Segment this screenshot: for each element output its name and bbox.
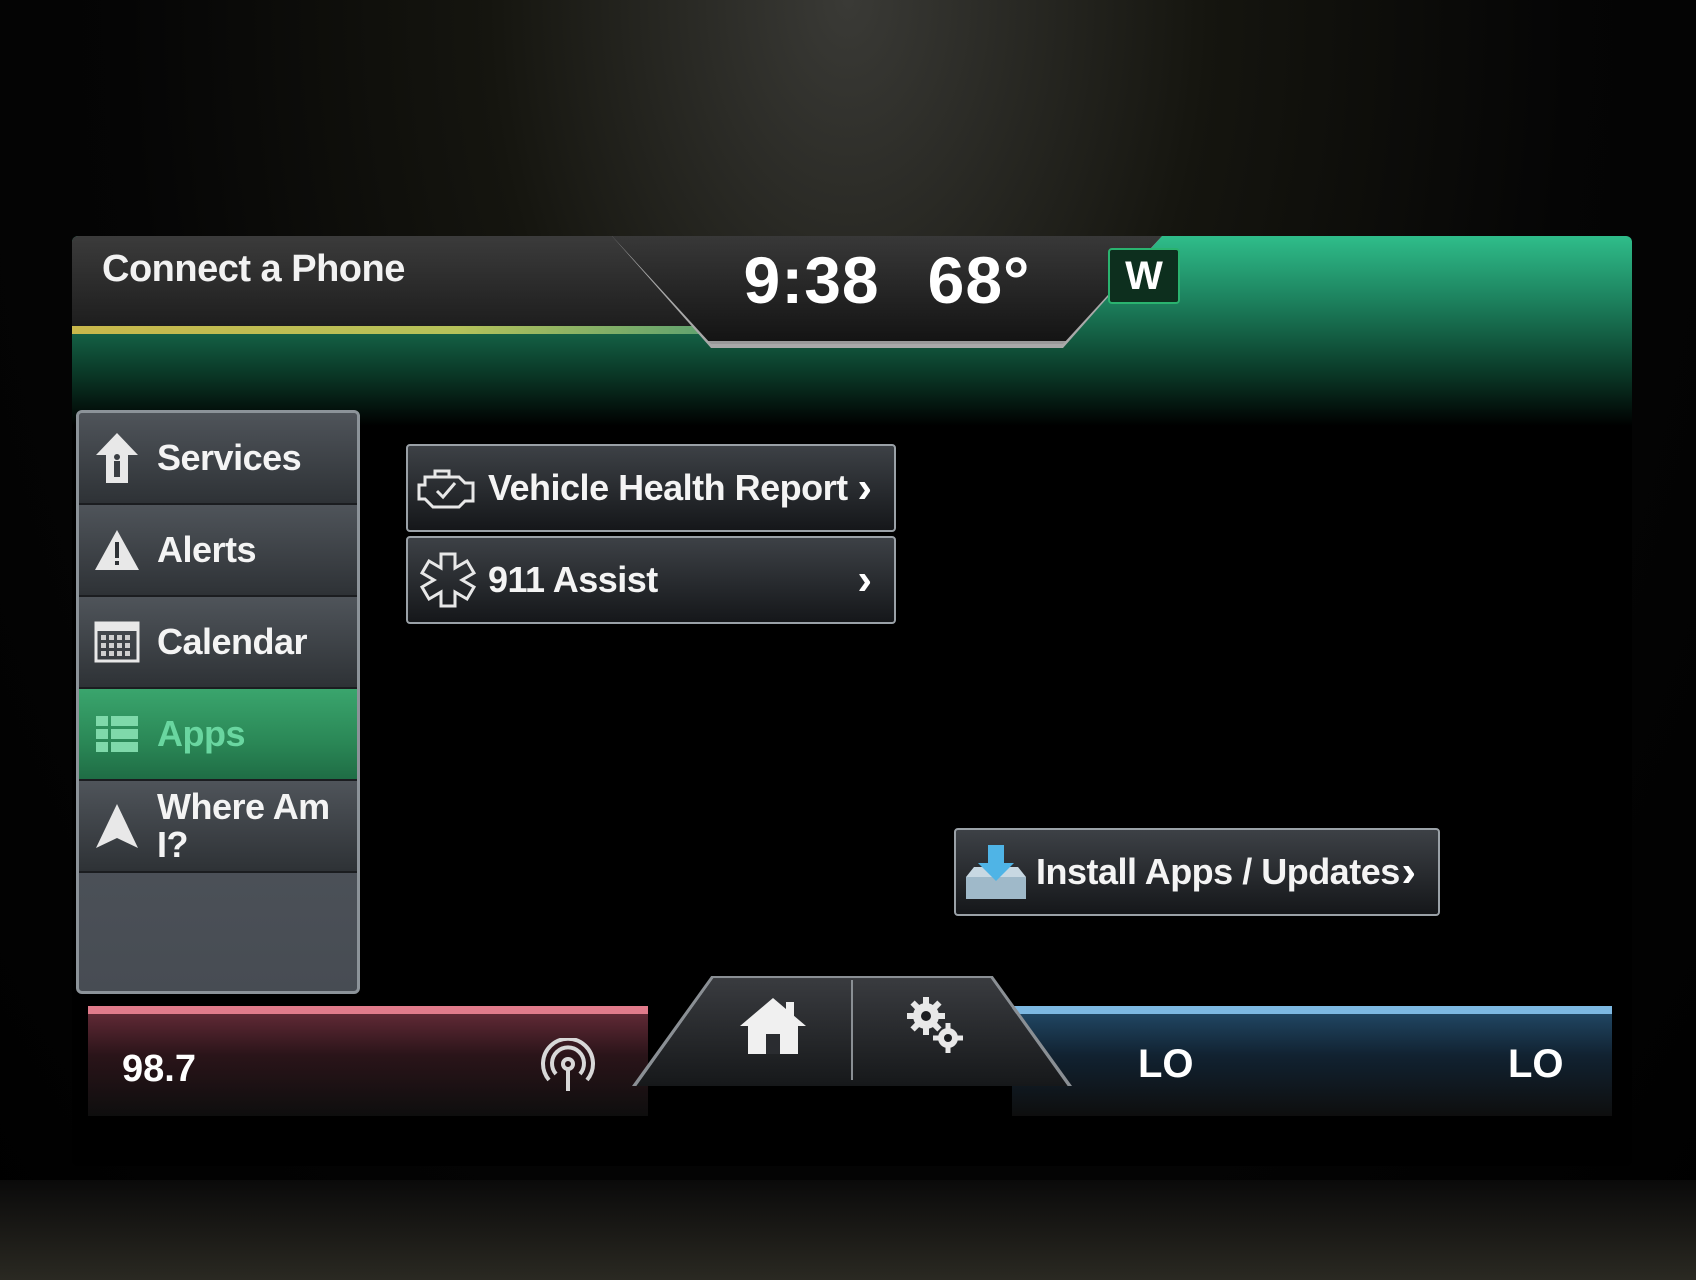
engine-check-icon — [412, 452, 484, 524]
sidebar-item-alerts[interactable]: Alerts — [79, 505, 357, 597]
sidebar-item-calendar[interactable]: Calendar — [79, 597, 357, 689]
climate-right-temperature[interactable]: LO — [1508, 1042, 1564, 1087]
chevron-right-icon: › — [857, 463, 872, 512]
install-apps-updates-label: Install Apps / Updates — [1036, 851, 1400, 892]
climate-left-temperature[interactable]: LO — [1138, 1042, 1194, 1087]
home-dock — [632, 976, 1072, 1086]
sidebar-item-services[interactable]: Services — [79, 413, 357, 505]
navigation-arrow-icon — [89, 798, 145, 854]
apps-grid-icon — [89, 706, 145, 762]
chevron-right-icon: › — [1401, 847, 1416, 896]
climate-accent-line — [1012, 1006, 1612, 1014]
phone-accent-line — [72, 326, 712, 334]
dock-divider — [851, 980, 853, 1080]
settings-gear-icon[interactable] — [900, 992, 970, 1058]
sidebar-item-label: Alerts — [157, 529, 257, 570]
clock-time: 9:38 — [743, 243, 880, 317]
dashboard-trim — [0, 1180, 1696, 1280]
download-icon — [960, 836, 1032, 908]
bottom-bar: 98.7 LO LO — [72, 976, 1632, 1166]
phone-status-label: Connect a Phone — [102, 248, 405, 290]
alert-icon — [89, 522, 145, 578]
sidebar-item-where-am-i[interactable]: Where Am I? — [79, 781, 357, 873]
radio-frequency: 98.7 — [122, 1048, 196, 1090]
broadcast-icon — [538, 1036, 598, 1098]
compass-heading: W — [1108, 248, 1180, 304]
install-apps-updates-button[interactable]: Install Apps / Updates › — [954, 828, 1440, 916]
clock-readout: 9:38 68° — [612, 242, 1162, 318]
sidebar-item-label: Where Am I? — [157, 786, 330, 865]
phone-area[interactable]: Connect a Phone — [72, 236, 712, 332]
sidebar-item-label: Calendar — [157, 621, 308, 662]
infotainment-screen: Connect a Phone 9:38 68° W Services Alert… — [72, 236, 1632, 1166]
sidebar-item-apps[interactable]: Apps — [79, 689, 357, 781]
calendar-icon — [89, 614, 145, 670]
chevron-right-icon: › — [857, 555, 872, 604]
home-icon[interactable] — [738, 996, 808, 1056]
911-assist-label: 911 Assist — [488, 559, 658, 600]
outside-temperature: 68° — [927, 243, 1031, 317]
sidebar: Services Alerts Calendar Apps Where Am I… — [76, 410, 360, 994]
vehicle-health-report-button[interactable]: Vehicle Health Report › — [406, 444, 896, 532]
services-icon — [89, 430, 145, 486]
vehicle-health-report-label: Vehicle Health Report — [488, 467, 848, 508]
medical-star-icon — [412, 544, 484, 616]
sidebar-item-label: Apps — [157, 713, 246, 754]
911-assist-button[interactable]: 911 Assist › — [406, 536, 896, 624]
audio-accent-line — [88, 1006, 648, 1014]
sidebar-item-label: Services — [157, 437, 302, 478]
